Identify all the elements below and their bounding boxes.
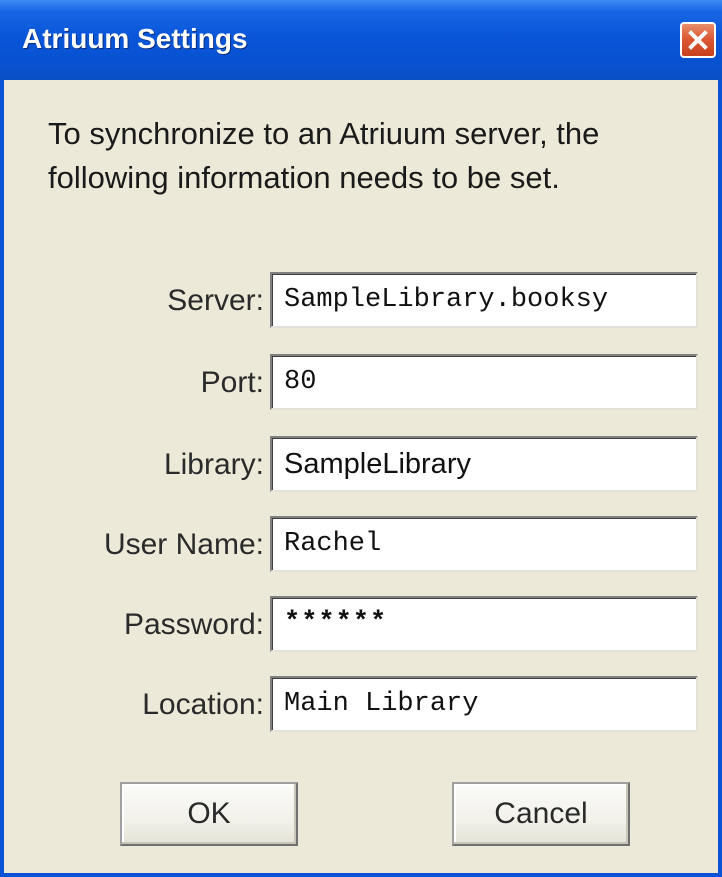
username-label: User Name:	[103, 528, 264, 561]
port-row: Port: 80	[4, 354, 722, 410]
close-button[interactable]	[680, 22, 716, 58]
cancel-button[interactable]: Cancel	[452, 782, 630, 846]
password-value: ******	[284, 608, 388, 638]
password-row: Password: ******	[4, 596, 722, 652]
password-label: Password:	[123, 608, 264, 641]
username-row: User Name: Rachel	[4, 516, 722, 572]
library-row: Library: SampleLibrary	[4, 436, 722, 492]
port-field[interactable]: 80	[270, 354, 698, 410]
library-value: SampleLibrary	[284, 448, 471, 480]
location-label: Location:	[142, 688, 264, 721]
library-field[interactable]: SampleLibrary	[270, 436, 698, 492]
ok-button[interactable]: OK	[120, 782, 298, 846]
server-label: Server:	[167, 284, 264, 317]
server-value: SampleLibrary.booksy	[284, 285, 609, 315]
title-bar[interactable]: Atriuum Settings	[0, 0, 722, 80]
library-label: Library:	[163, 448, 264, 481]
server-row: Server: SampleLibrary.booksy	[4, 272, 722, 328]
port-value: 80	[284, 367, 317, 397]
close-icon	[688, 30, 708, 50]
location-row: Location: Main Library	[4, 676, 722, 732]
window-title: Atriuum Settings	[22, 23, 248, 54]
username-value: Rachel	[284, 529, 382, 559]
intro-text: To synchronize to an Atriuum server, the…	[48, 116, 600, 195]
password-field[interactable]: ******	[270, 596, 698, 652]
settings-dialog: Atriuum Settings To synchronize to an At…	[0, 0, 722, 877]
server-field[interactable]: SampleLibrary.booksy	[270, 272, 698, 328]
location-field[interactable]: Main Library	[270, 676, 698, 732]
location-value: Main Library	[284, 689, 479, 719]
port-label: Port:	[200, 366, 264, 399]
username-field[interactable]: Rachel	[270, 516, 698, 572]
